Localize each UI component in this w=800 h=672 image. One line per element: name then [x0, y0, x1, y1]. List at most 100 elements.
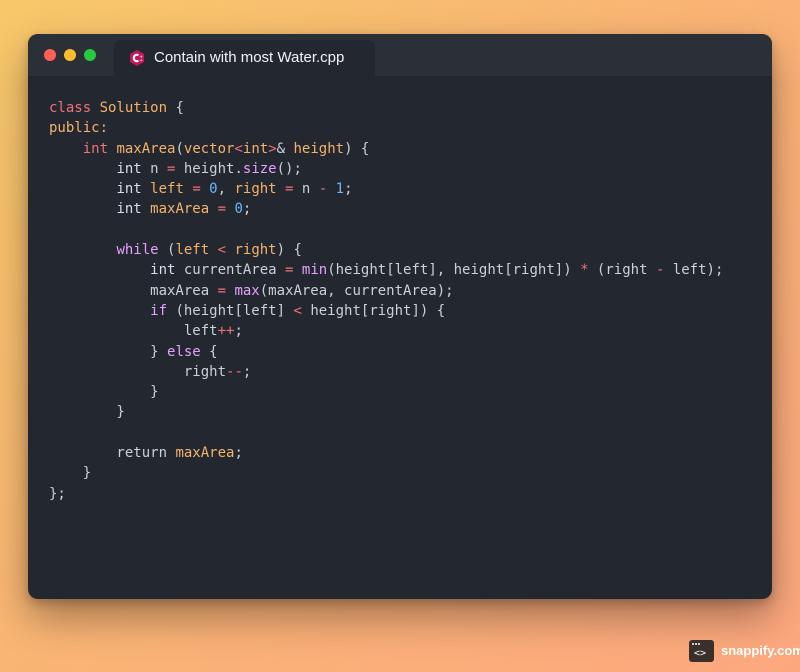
code-line: }	[49, 402, 723, 422]
code-token: =	[217, 201, 235, 218]
code-token: ) {	[276, 242, 302, 259]
file-tab[interactable]: + + Contain with most Water.cpp	[114, 40, 375, 76]
code-token: int	[82, 140, 117, 157]
code-line: int maxArea = 0;	[49, 199, 723, 219]
code-token: =	[192, 181, 210, 198]
code-token: currentArea	[183, 262, 286, 279]
svg-text:<>: <>	[694, 648, 706, 659]
code-token: <	[217, 242, 235, 259]
code-token: =	[285, 181, 302, 198]
code-token: (maxArea, currentArea);	[259, 282, 454, 299]
code-token: (right	[596, 262, 656, 279]
code-token: <	[293, 302, 311, 319]
code-token: --	[226, 363, 243, 380]
code-line: left++;	[49, 321, 723, 341]
code-token: right	[234, 181, 286, 198]
code-token: =	[217, 282, 235, 299]
code-line: } else {	[49, 342, 723, 362]
code-token: left	[175, 242, 218, 259]
code-token: right	[49, 363, 227, 380]
code-token: =	[167, 160, 184, 177]
code-token: while	[116, 242, 168, 259]
close-button[interactable]	[44, 49, 56, 61]
code-line: int n = height.size();	[49, 159, 723, 179]
code-token: maxArea	[175, 445, 235, 462]
code-token: }	[49, 343, 168, 360]
code-token: Solution	[99, 100, 168, 116]
code-token: (height[left]	[175, 302, 294, 319]
code-token: (height[left], height[right])	[327, 262, 581, 279]
brand-text: snappify.com	[721, 643, 800, 658]
code-line: int currentArea = min(height[left], heig…	[49, 260, 723, 280]
code-token: public:	[49, 120, 109, 137]
code-token: <	[234, 140, 243, 157]
code-token: ;	[344, 181, 353, 198]
code-token: ;	[242, 201, 252, 218]
code-token: }	[49, 384, 159, 401]
code-token: max	[234, 282, 260, 299]
code-token: int	[116, 181, 151, 198]
minimize-button[interactable]	[64, 49, 76, 61]
code-token: else	[167, 343, 210, 360]
code-token: ++	[217, 323, 235, 340]
code-token: height.	[183, 160, 243, 177]
code-token: 0	[209, 181, 218, 198]
code-token: }	[49, 404, 125, 421]
svg-text:+: +	[139, 57, 143, 63]
code-token: &	[276, 140, 294, 157]
code-token: {	[167, 100, 184, 116]
code-token: right	[234, 242, 277, 259]
code-token: 1	[335, 181, 345, 198]
code-line: class Solution {	[49, 98, 723, 118]
code-token: *	[580, 262, 597, 279]
code-line: int maxArea(vector<int>& height) {	[49, 139, 723, 159]
code-token: left);	[672, 262, 724, 279]
code-token: int	[116, 201, 151, 218]
code-line: public:	[49, 118, 723, 138]
maximize-button[interactable]	[84, 49, 96, 61]
code-block[interactable]: class Solution { public: int maxArea(vect…	[49, 98, 723, 504]
code-token: ,	[217, 181, 235, 198]
code-token: int	[242, 140, 269, 157]
code-token: -	[655, 262, 673, 279]
code-line: };	[49, 484, 723, 504]
code-token: height	[293, 140, 345, 157]
code-token: min	[301, 262, 328, 279]
code-token: ;	[242, 363, 252, 380]
code-line: maxArea = max(maxArea, currentArea);	[49, 281, 723, 301]
code-token: int	[116, 160, 151, 177]
code-token: ();	[276, 160, 302, 177]
code-token: return	[49, 445, 176, 462]
code-token: maxArea	[116, 140, 176, 157]
code-token: height[right]) {	[310, 302, 446, 319]
code-token: size	[242, 160, 277, 177]
code-token: =	[285, 262, 302, 279]
code-line: while (left < right) {	[49, 240, 723, 260]
code-line: if (height[left] < height[right]) {	[49, 301, 723, 321]
tab-title: Contain with most Water.cpp	[154, 49, 345, 66]
code-token: ) {	[344, 140, 370, 157]
code-line: right--;	[49, 362, 723, 382]
brand-watermark[interactable]: <> snappify.com	[689, 640, 800, 662]
code-token: }	[49, 465, 92, 482]
code-token: {	[209, 343, 218, 360]
code-token: maxArea	[150, 201, 218, 218]
code-token: n	[150, 160, 168, 177]
code-token: int	[150, 262, 184, 279]
code-token: n	[301, 181, 319, 198]
code-line: return maxArea;	[49, 443, 723, 463]
code-window: + + Contain with most Water.cpp class So…	[28, 34, 772, 599]
code-line: int left = 0, right = n - 1;	[49, 179, 723, 199]
code-token: left	[49, 323, 218, 340]
code-token: >	[268, 140, 277, 157]
cpp-file-icon: + +	[130, 50, 144, 66]
code-line: }	[49, 382, 723, 402]
code-token: ;	[234, 445, 243, 462]
code-token: };	[49, 485, 66, 502]
